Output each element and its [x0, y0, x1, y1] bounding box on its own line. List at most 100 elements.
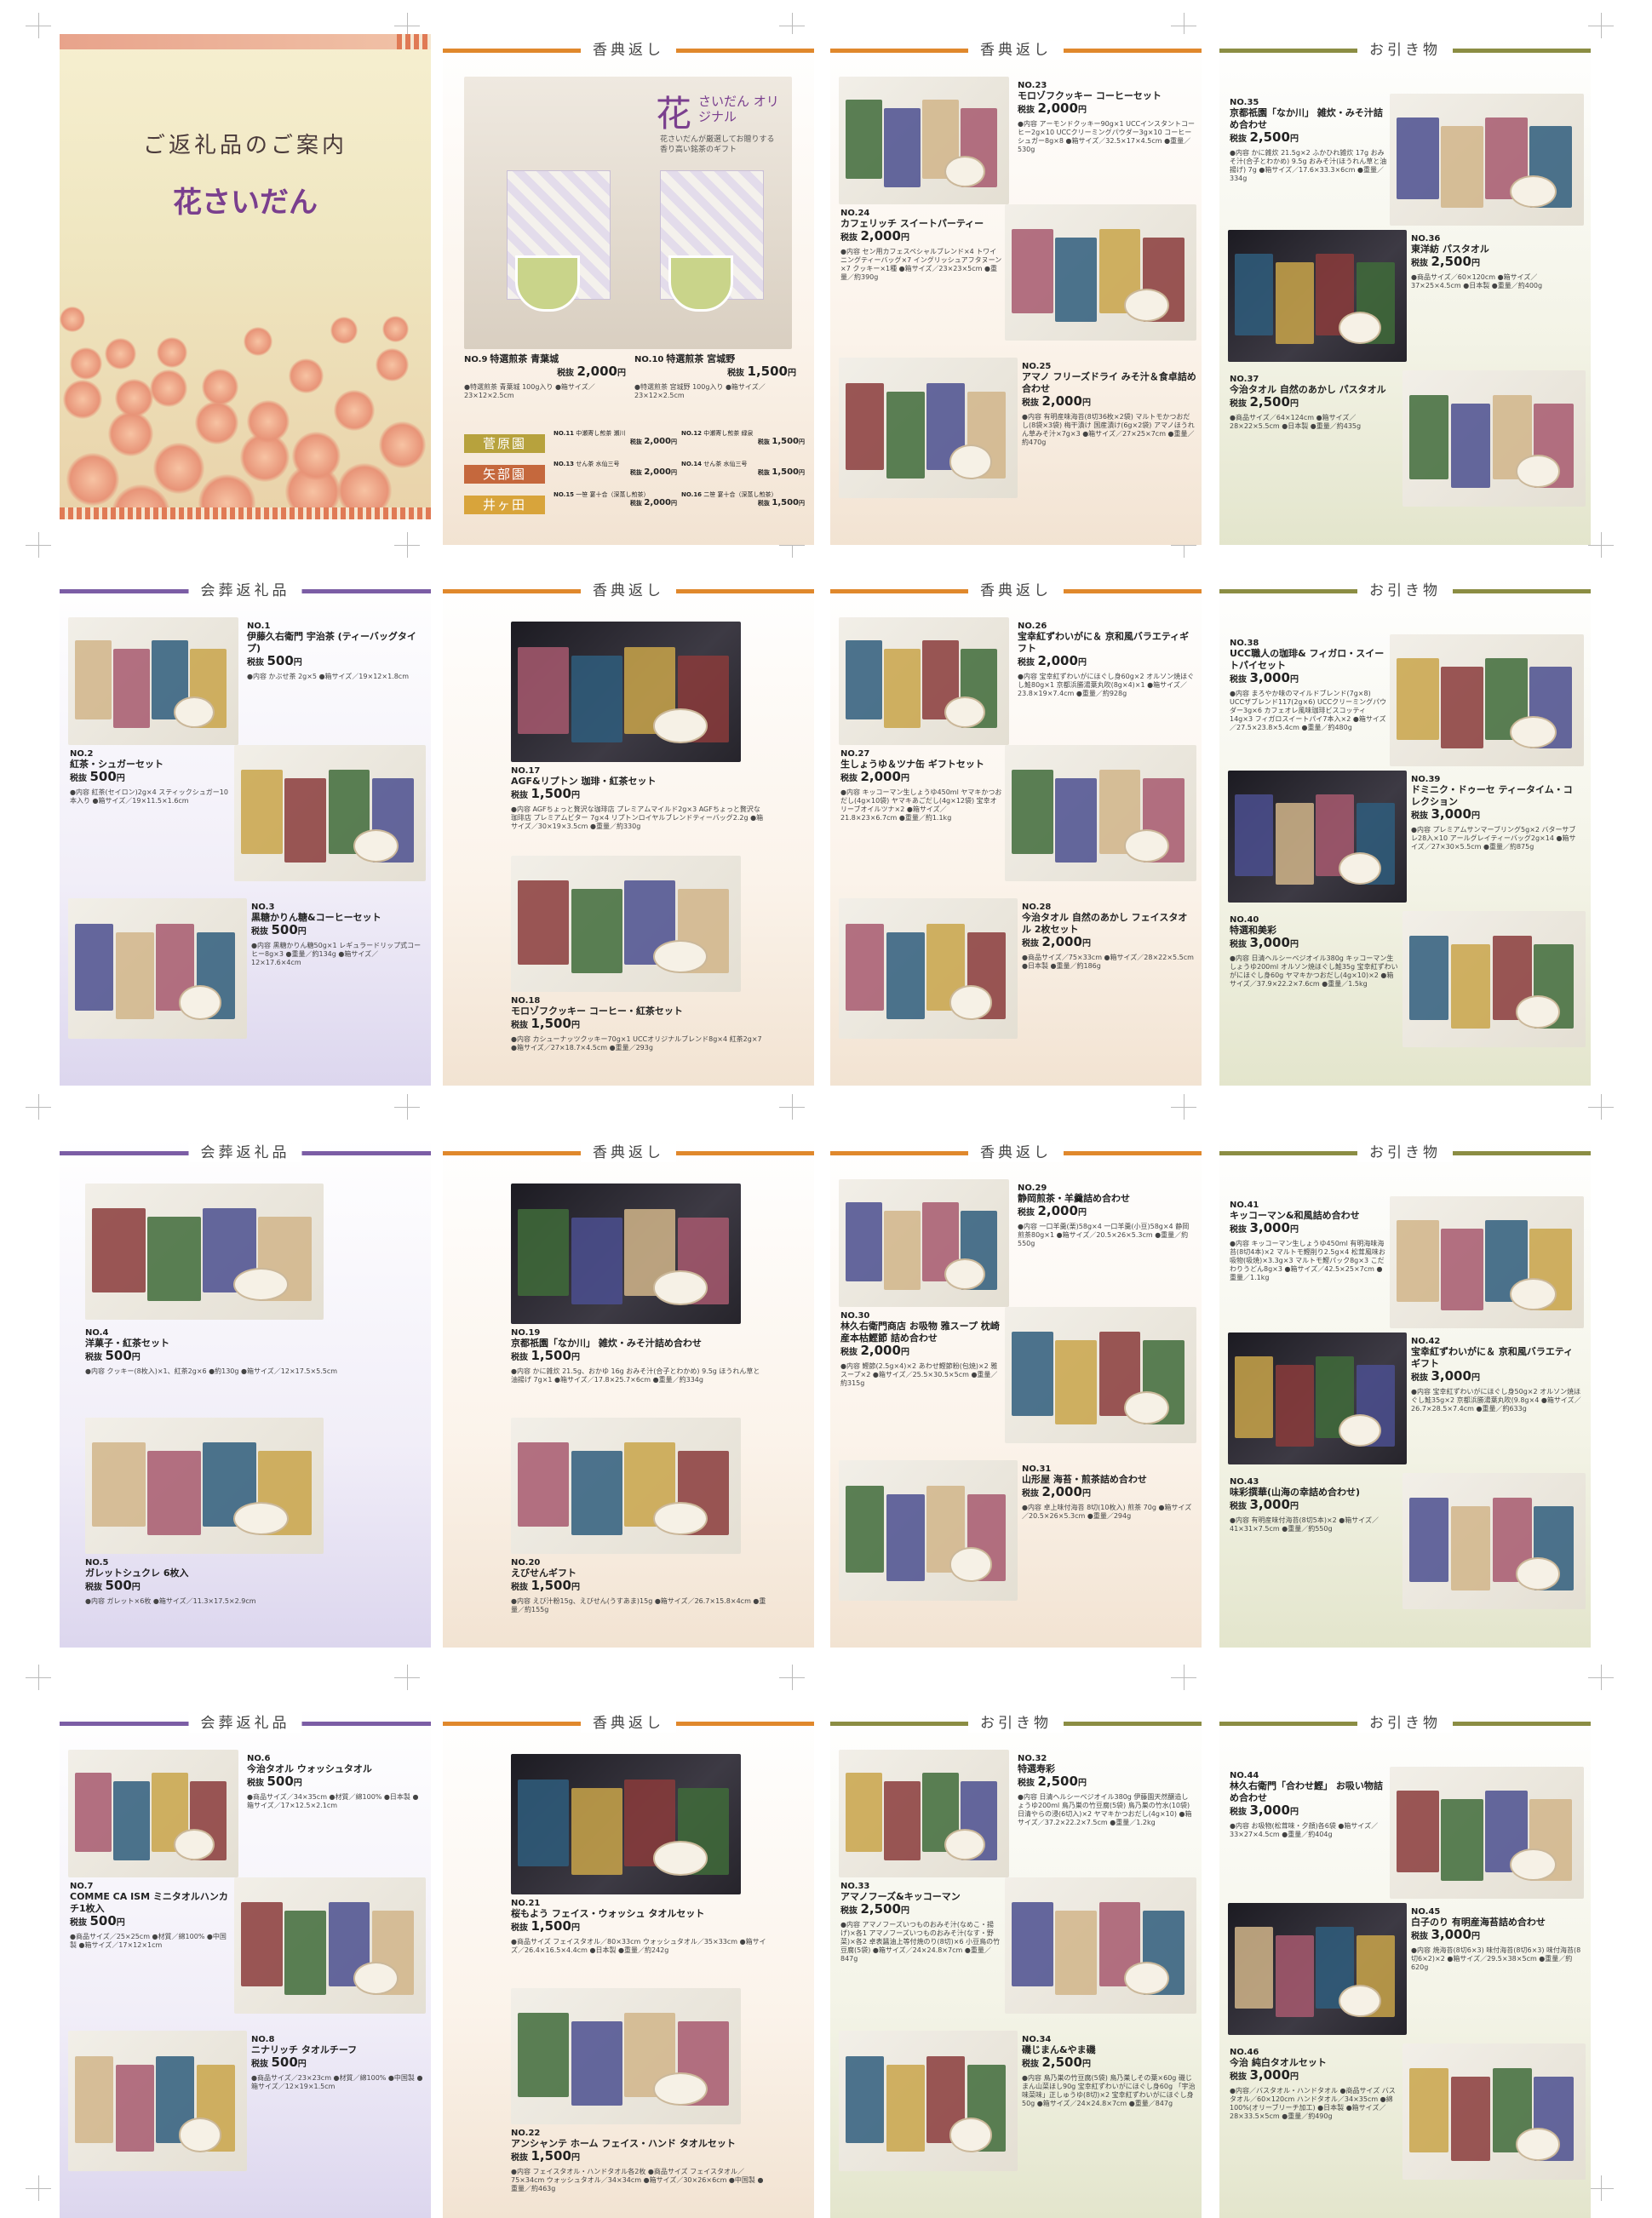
product-info: NO.34 磯じまん&やま磯 税抜 2,500円 ●内容 鳥乃巣の竹豆腐(5袋) 鳥乃… [1022, 2035, 1196, 2108]
package-shape [147, 1216, 201, 1301]
crop-mark [38, 532, 39, 558]
product-item-shape [944, 1258, 985, 1290]
flower-shape [247, 400, 290, 443]
product-description: ●商品サイズ／75×33cm ●箱サイズ／28×22×5.5cm ●日本製 ●重… [1022, 954, 1194, 970]
package-shape [846, 640, 882, 719]
price-suffix: 円 [116, 774, 125, 783]
product-number: NO.6 [247, 1754, 271, 1763]
price-suffix: 円 [799, 469, 805, 476]
package-shape [1450, 1505, 1490, 1590]
product-number: NO.7 [70, 1882, 94, 1891]
header-title: 会葬返礼品 [188, 1714, 302, 1733]
price-value: 2,000 [644, 467, 671, 477]
product-number: NO.20 [511, 1558, 541, 1568]
small-product: NO.12 中瀬寄し煎茶 緑泉 税抜 1,500円 [681, 430, 805, 446]
price-value: 500 [89, 769, 117, 784]
price-value: 1,500 [531, 1578, 571, 1593]
product-number: NO.23 [1018, 81, 1047, 90]
header-title: お引き物 [1357, 1143, 1453, 1162]
product-item-shape [949, 2118, 993, 2152]
product-description: ●内容 キッコーマン生しょうゆ450ml 有明海味海苔(8切4本)×2 マルトモ… [1230, 1240, 1385, 1281]
flower-shape [379, 421, 426, 468]
product-price: 税抜 500円 [247, 1774, 424, 1789]
package-shape [1441, 666, 1483, 748]
product-info: NO.29 静岡煎茶・羊羹詰め合わせ 税抜 2,000円 ●内容 一口羊羹(栗)58g… [1018, 1184, 1195, 1248]
price-prefix: 税抜 [757, 469, 770, 476]
product-price: 税抜 500円 [251, 2056, 426, 2070]
product-info: NO.10 特選煎茶 宮城野 税抜 1,500円 ●特選煎茶 宮城野 100g入り … [634, 353, 796, 400]
flower-shape [376, 348, 409, 381]
brand-title: さいだん オリジナル [698, 94, 779, 124]
product-price: 税抜 2,000円 [840, 1344, 1002, 1358]
package-shape [75, 1773, 112, 1852]
product-name: 特選煎茶 青葉城 [490, 353, 559, 364]
tea-brand-label: 井ヶ田 [464, 496, 545, 514]
product-photo [1402, 1473, 1586, 1609]
catalog-page: 香典返し NO.26 宝幸紅ずわいがに＆ 京和風バラエティギフト 税抜 2,000円 ●… [830, 575, 1202, 1086]
hero-photo: 花さいだん オリジナル 花さいだんが厳選してお贈りする 香り高い銘茶のギフト [464, 77, 792, 349]
header-title: お引き物 [968, 1714, 1064, 1733]
price-suffix: 円 [1289, 2072, 1299, 2082]
brand-logo-char: 花 [656, 93, 692, 135]
product-number: NO.45 [1411, 1907, 1441, 1917]
package-shape [1397, 1790, 1439, 1872]
price-suffix: 円 [1081, 1489, 1091, 1499]
price-suffix: 円 [293, 1779, 302, 1788]
product-item-shape [1123, 1962, 1169, 1996]
flower-photo [60, 289, 431, 519]
price-prefix: 税抜 [1230, 399, 1247, 409]
price-value: 2,000 [860, 769, 901, 784]
product-price: 税抜 1,500円 [511, 2150, 766, 2164]
crop-mark [407, 1094, 408, 1120]
flower-shape [157, 337, 187, 368]
product-name: 宝幸紅ずわいがに＆ 京和風バラエティギフト [1018, 631, 1190, 654]
product-price: 税抜 3,000円 [1411, 808, 1581, 822]
product-photo [234, 1877, 426, 2014]
product-photo [68, 617, 238, 745]
flower-shape [60, 307, 85, 332]
package-shape [1055, 237, 1097, 322]
product-info: NO.21 桜もよう フェイス・ウォッシュ タオルセット 税抜 1,500円 ●商品サ… [511, 1899, 766, 1955]
page-header: 会葬返礼品 [60, 1143, 431, 1162]
package-shape [1235, 794, 1273, 876]
product-photo [1402, 370, 1586, 507]
product-photo [85, 1184, 324, 1320]
price-value: 1,500 [531, 786, 571, 801]
product-price: 税抜 1,500円 [511, 1350, 766, 1363]
product-description: ●内容 鳥乃巣の竹豆腐(5袋) 鳥乃巣しその葉×60g 磯じまん山菜ほし90g … [1022, 2074, 1196, 2107]
package-shape [846, 1485, 884, 1573]
price-value: 500 [267, 1774, 294, 1789]
product-item-shape [944, 156, 985, 187]
package-shape [1450, 943, 1490, 1029]
product-description: ●商品サイズ／25×25cm ●材質／綿100% ●中国製 ●箱サイズ／17×1… [70, 1933, 227, 1949]
product-item-shape [653, 2072, 708, 2106]
product-photo [68, 1750, 238, 1877]
header-title: 香典返し [581, 582, 676, 600]
price-value: 3,000 [1249, 1802, 1290, 1818]
price-prefix: 税抜 [247, 658, 264, 668]
package-shape [241, 769, 283, 854]
price-prefix: 税抜 [629, 438, 642, 445]
catalog-page: ご返礼品のご案内 花さいだん [60, 34, 431, 519]
package-shape [115, 931, 154, 1019]
price-suffix: 円 [1289, 399, 1299, 409]
catalog-page: 会葬返礼品 NO.6 今治タオル ウォッシュタオル 税抜 500円 ●商品サイズ／34×… [60, 1707, 431, 2218]
package-shape [846, 382, 884, 470]
package-shape [1409, 1497, 1449, 1582]
product-info: NO.27 生しょうゆ＆ツナ缶 ギフトセット 税抜 2,000円 ●内容 キッコーマン… [840, 749, 1002, 822]
catalog-page: お引き物 NO.32 特選寿彩 税抜 2,500円 ●内容 日清ヘルシーベジオイル380… [830, 1707, 1202, 2218]
price-prefix: 税抜 [251, 927, 268, 937]
package-shape [884, 649, 921, 728]
product-description: ●内容 焼海苔(8切6×3) 味付海苔(8切6×3) 味付海苔(8切6×2)×2… [1411, 1946, 1581, 1971]
price-value: 3,000 [1249, 670, 1290, 685]
product-name: 伊藤久右衛門 宇治茶 (ティーバッグタイプ) [247, 631, 416, 654]
package-shape [1397, 1219, 1439, 1302]
tea-brand-label: 矢部園 [464, 465, 545, 484]
product-item-shape [1516, 455, 1560, 489]
product-price: 税抜 3,000円 [1411, 1370, 1581, 1384]
product-photo [1228, 1903, 1407, 2035]
product-name: COMME CA ISM ミニタオルハンカチ1枚入 [70, 1891, 228, 1914]
page-header: 香典返し [443, 1714, 814, 1733]
product-info: NO.43 味彩撰華(山海の幸詰め合わせ) 税抜 3,000円 ●内容 有明産味付海苔… [1230, 1477, 1400, 1533]
product-name: 特選煎茶 宮城野 [666, 353, 736, 364]
